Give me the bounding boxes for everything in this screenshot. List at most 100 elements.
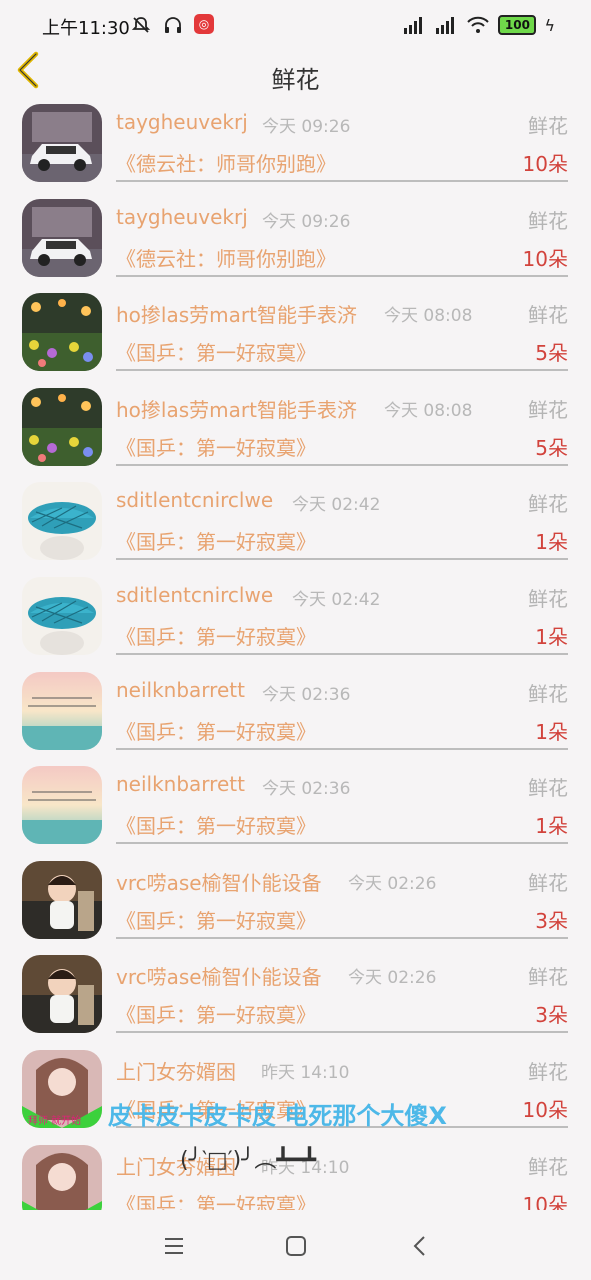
- sender-name: sditlentcnirclwe: [116, 582, 274, 607]
- program-title: 《国乒：第一好寂寞》: [116, 1003, 316, 1028]
- send-time: 今天 02:26: [348, 968, 437, 989]
- gift-record-list[interactable]: taygheuvekrj 今天 09:26 鲜花 《德云社：师哥你别跑》 10朵 tayg…: [0, 98, 591, 1210]
- sender-name: neilknbarrett: [116, 772, 245, 797]
- netease-music-icon: ◎: [194, 14, 214, 34]
- headphones-icon: [162, 14, 184, 36]
- user-avatar[interactable]: [22, 955, 102, 1034]
- gift-count: 1朵: [535, 624, 568, 649]
- danmaku-emoticon: (╯‵□′)╯︵┻━┻: [180, 1148, 317, 1173]
- sender-name: taygheuvekrj: [116, 110, 248, 134]
- gift-record-row[interactable]: neilknbarrett 今天 02:36 鲜花 《国乒：第一好寂寞》 1朵: [0, 666, 591, 761]
- sender-name: sditlentcnirclwe: [116, 488, 274, 513]
- program-title: 《国乒：第一好寂寞》: [116, 908, 316, 933]
- program-title: 《国乒：第一好寂寞》: [116, 814, 316, 839]
- gift-count: 10朵: [522, 152, 568, 176]
- svg-text:拜师 就开始: 拜师 就开始: [28, 1114, 81, 1127]
- send-time: 昨天 14:10: [261, 1062, 350, 1083]
- sender-name: taygheuvekrj: [116, 204, 248, 229]
- row-content: sditlentcnirclwe 今天 02:42 鲜花《国乒：第一好寂寞》 1朵: [116, 571, 568, 655]
- user-avatar[interactable]: [22, 104, 102, 182]
- gift-type-label: 鲜花: [528, 1059, 568, 1084]
- square-icon: [286, 1236, 306, 1256]
- gift-type-label: 鲜花: [528, 776, 568, 801]
- signal-hd-icon: [404, 17, 423, 34]
- gift-record-row[interactable]: sditlentcnirclwe 今天 02:42 鲜花《国乒：第一好寂寞》 1朵: [0, 476, 591, 571]
- gift-record-row[interactable]: taygheuvekrj 今天 09:26 鲜花 《德云社：师哥你别跑》 10朵: [0, 193, 591, 288]
- status-time: 上午11:30: [42, 18, 130, 39]
- gift-count: 5朵: [535, 341, 568, 366]
- user-avatar[interactable]: [22, 198, 102, 277]
- gift-type-label: 鲜花: [528, 397, 568, 422]
- menu-icon: [165, 1238, 183, 1254]
- gift-type-label: 鲜花: [528, 681, 568, 706]
- home-button[interactable]: [284, 1234, 308, 1258]
- gift-type-label: 鲜花: [528, 965, 568, 990]
- row-content: ho掺las劳mart智能手表济 今天 08:08 鲜花《国乒：第一好寂寞》 5朵: [116, 382, 568, 466]
- user-avatar[interactable]: [22, 766, 102, 845]
- mute-icon: [130, 14, 152, 36]
- gift-type-label: 鲜花: [528, 586, 568, 611]
- gift-count: 5朵: [535, 435, 568, 460]
- send-time: 今天 02:42: [292, 495, 381, 516]
- gift-record-row[interactable]: ho掺las劳mart智能手表济 今天 08:08 鲜花《国乒：第一好寂寞》 5朵: [0, 287, 591, 382]
- row-content: vrc唠ase榆智仆能设备 今天 02:26 鲜花 《国乒：第一好寂寞》 3朵: [116, 855, 568, 939]
- sender-name: ho掺las劳mart智能手表济: [116, 397, 357, 422]
- gift-record-row[interactable]: ho掺las劳mart智能手表济 今天 08:08 鲜花《国乒：第一好寂寞》 5朵: [0, 382, 591, 477]
- gift-type-label: 鲜花: [528, 114, 568, 138]
- user-avatar[interactable]: 拜师 就开始: [22, 1049, 102, 1128]
- gift-record-row[interactable]: neilknbarrett 今天 02:36 鲜花《国乒：第一好寂寞》 1朵: [0, 760, 591, 855]
- gift-type-label: 鲜花: [528, 870, 568, 895]
- gift-count: 10朵: [522, 1097, 568, 1122]
- row-content: taygheuvekrj 今天 09:26 鲜花《德云社：师哥你别跑》 10朵: [116, 98, 568, 182]
- system-nav-bar: [0, 1210, 591, 1280]
- charging-icon: ϟ: [544, 15, 555, 35]
- user-avatar[interactable]: 拜师 就开始: [22, 1144, 102, 1210]
- row-content: neilknbarrett 今天 02:36 鲜花 《国乒：第一好寂寞》 1朵: [116, 666, 568, 750]
- gift-type-label: 鲜花: [528, 303, 568, 328]
- send-time: 今天 09:26: [262, 117, 351, 137]
- send-time: 今天 02:36: [262, 779, 351, 800]
- user-avatar[interactable]: [22, 387, 102, 466]
- sender-name: ho掺las劳mart智能手表济: [116, 303, 357, 328]
- program-title: 《国乒：第一好寂寞》: [116, 530, 316, 555]
- program-title: 《德云社：师哥你别跑》: [116, 152, 336, 176]
- program-title: 《国乒：第一好寂寞》: [116, 624, 316, 649]
- user-avatar[interactable]: [22, 671, 102, 750]
- page-title: 鲜花: [271, 66, 320, 94]
- send-time: 今天 02:36: [262, 684, 351, 705]
- gift-record-row[interactable]: vrc唠ase榆智仆能设备 今天 02:26 鲜花 《国乒：第一好寂寞》 3朵: [0, 855, 591, 950]
- gift-count: 1朵: [535, 814, 568, 839]
- program-title: 《国乒：第一好寂寞》: [116, 1192, 316, 1210]
- user-avatar[interactable]: [22, 293, 102, 372]
- send-time: 今天 08:08: [384, 306, 473, 327]
- send-time: 今天 02:42: [292, 589, 381, 610]
- row-content: ho掺las劳mart智能手表济 今天 08:08 鲜花《国乒：第一好寂寞》 5朵: [116, 287, 568, 372]
- status-left-icons: ◎: [130, 14, 214, 36]
- danmaku-text: 皮卡皮卡皮卡皮 电死那个大傻X: [108, 1102, 447, 1130]
- row-content: sditlentcnirclwe 今天 02:42 鲜花《国乒：第一好寂寞》 1朵: [116, 476, 568, 561]
- gift-type-label: 鲜花: [528, 1154, 568, 1179]
- gift-count: 1朵: [535, 719, 568, 744]
- gift-record-row[interactable]: vrc唠ase榆智仆能设备 今天 02:26 鲜花 《国乒：第一好寂寞》 3朵: [0, 949, 591, 1044]
- user-avatar[interactable]: [22, 576, 102, 655]
- gift-type-label: 鲜花: [528, 492, 568, 517]
- user-avatar[interactable]: [22, 860, 102, 939]
- gift-count: 1朵: [535, 530, 568, 555]
- gift-count: 10朵: [522, 246, 568, 271]
- program-title: 《国乒：第一好寂寞》: [116, 341, 316, 366]
- send-time: 今天 08:08: [384, 400, 473, 421]
- status-right-icons: 100 ϟ: [402, 15, 555, 35]
- header: 鲜花: [0, 48, 591, 98]
- gift-record-row[interactable]: sditlentcnirclwe 今天 02:42 鲜花《国乒：第一好寂寞》 1朵: [0, 571, 591, 666]
- wifi-icon: [467, 16, 490, 33]
- send-time: 今天 09:26: [262, 211, 351, 232]
- program-title: 《国乒：第一好寂寞》: [116, 435, 316, 460]
- sender-name: 上门女夯婿困: [116, 1059, 236, 1084]
- menu-button[interactable]: [162, 1234, 186, 1258]
- status-bar: 上午11:30 ◎ 100 ϟ: [0, 0, 591, 48]
- back-nav-button[interactable]: [408, 1234, 432, 1258]
- row-content: vrc唠ase榆智仆能设备 今天 02:26 鲜花 《国乒：第一好寂寞》 3朵: [116, 949, 568, 1034]
- signal-icon: [436, 17, 455, 34]
- user-avatar[interactable]: [22, 482, 102, 561]
- gift-record-row[interactable]: taygheuvekrj 今天 09:26 鲜花《德云社：师哥你别跑》 10朵: [0, 98, 591, 193]
